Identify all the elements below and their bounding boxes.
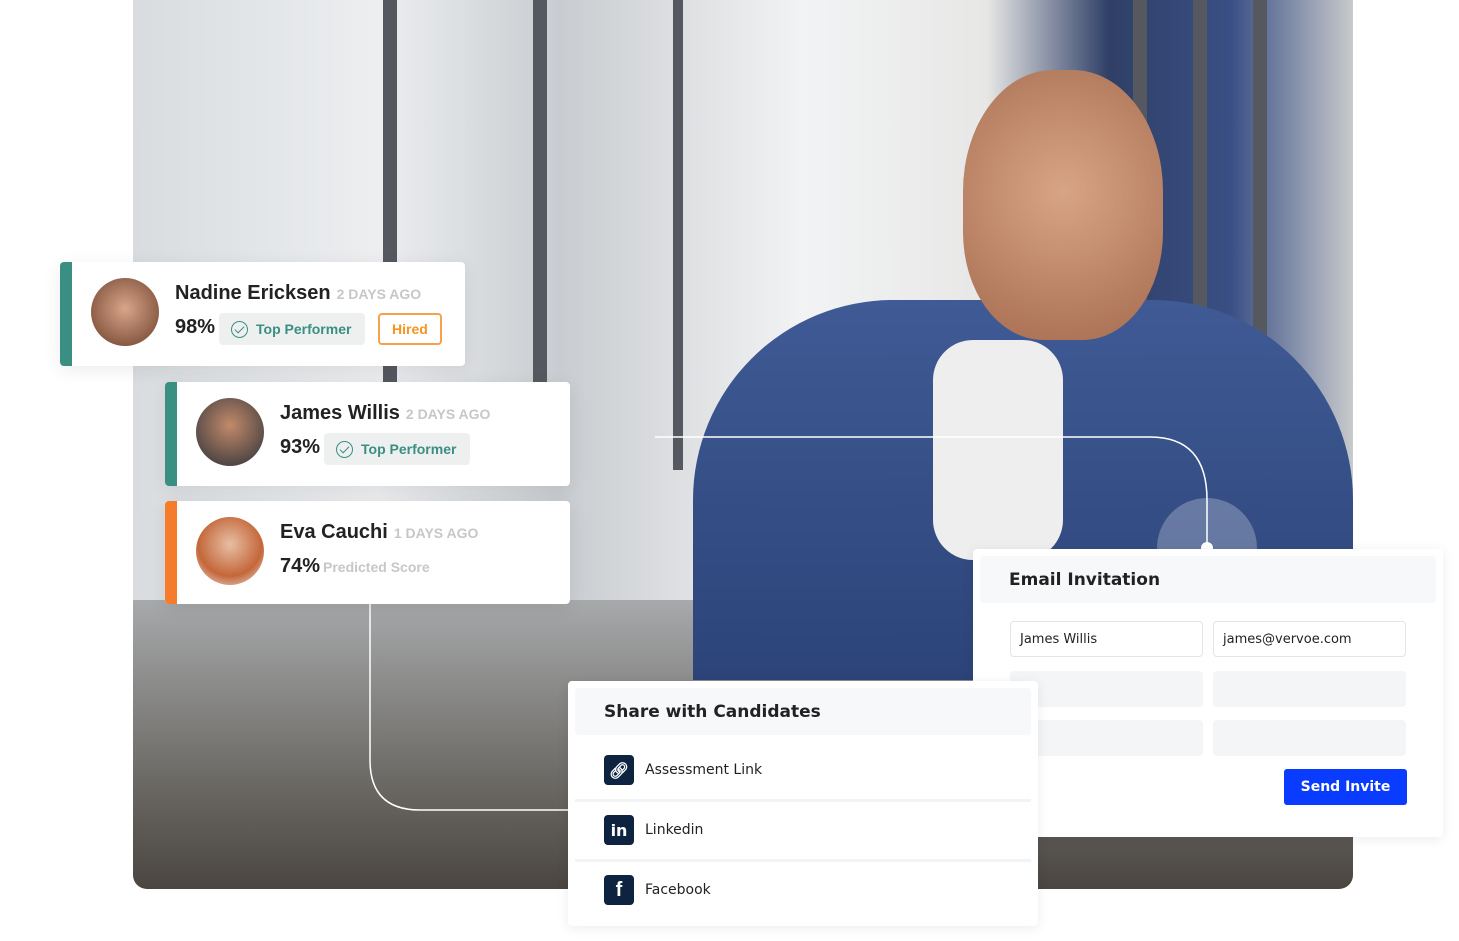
candidate-name: James Willis (280, 402, 400, 424)
candidate-card[interactable]: James Willis 2 DAYS AGO 93% Top Performer (165, 382, 570, 486)
score: 93% (280, 436, 321, 458)
facebook-icon: f (604, 875, 634, 905)
time-ago: 2 DAYS AGO (405, 406, 491, 422)
email-input[interactable]: james@vervoe.com (1213, 621, 1406, 657)
avatar (91, 278, 159, 346)
predicted-score-label: Predicted Score (323, 559, 430, 575)
empty-name-input[interactable] (1010, 671, 1203, 707)
name-input[interactable]: James Willis (1010, 621, 1203, 657)
time-ago: 1 DAYS AGO (393, 525, 479, 541)
empty-email-input[interactable] (1213, 671, 1406, 707)
check-circle-icon (231, 320, 248, 338)
avatar (196, 517, 264, 585)
share-facebook[interactable]: f Facebook (575, 860, 1031, 920)
share-panel: Share with Candidates 🔗︎ Assessment Link … (568, 681, 1038, 926)
hired-badge: Hired (378, 313, 442, 345)
panel-title: Email Invitation (980, 556, 1436, 603)
score: 98% (175, 316, 216, 338)
top-performer-badge: Top Performer (324, 433, 471, 465)
empty-name-input[interactable] (1010, 720, 1203, 756)
panel-title: Share with Candidates (575, 688, 1031, 735)
avatar (196, 398, 264, 466)
candidate-name: Eva Cauchi (280, 521, 388, 543)
empty-email-input[interactable] (1213, 720, 1406, 756)
candidate-card[interactable]: Eva Cauchi 1 DAYS AGO 74% Predicted Score (165, 501, 570, 604)
top-performer-badge: Top Performer (219, 313, 366, 345)
candidate-card[interactable]: Nadine Ericksen 2 DAYS AGO 98% Top Perfor… (60, 262, 465, 366)
link-icon: 🔗︎ (604, 755, 634, 785)
score: 74% (280, 555, 321, 577)
email-invitation-panel: Email Invitation James Willis james@verv… (973, 549, 1443, 837)
check-circle-icon (336, 440, 353, 458)
time-ago: 2 DAYS AGO (336, 286, 422, 302)
share-linkedin[interactable]: in Linkedin (575, 800, 1031, 860)
send-invite-button[interactable]: Send Invite (1284, 769, 1407, 805)
linkedin-icon: in (604, 815, 634, 845)
candidate-name: Nadine Ericksen (175, 282, 331, 304)
share-assessment-link[interactable]: 🔗︎ Assessment Link (575, 740, 1031, 800)
